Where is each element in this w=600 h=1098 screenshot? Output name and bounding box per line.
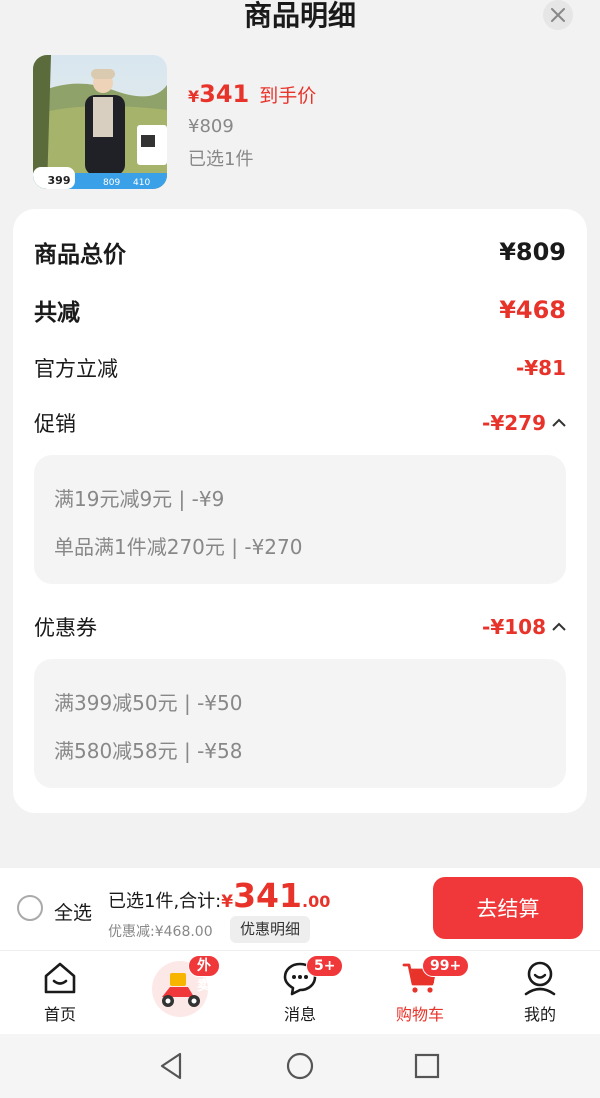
coupon-row[interactable]: 优惠券 -¥108 [34,612,566,642]
recents-icon[interactable] [411,1050,443,1082]
total-label: 商品总价 [34,242,126,268]
bottom-tab-bar: 首页 外卖 消息 5+ 购物车 99+ 我的 [0,950,600,1034]
tab-label: 首页 [43,1005,76,1024]
tab-home[interactable]: 首页 [20,951,100,1035]
order-summary: 已选1件,合计: ¥ 341 .00 [108,876,330,915]
price-value: 341 [199,80,250,108]
summary-prefix: 已选1件,合计: [108,891,222,912]
tab-label: 我的 [523,1005,556,1024]
promo-label: 促销 [34,412,76,436]
promo-value: -¥279 [482,411,546,435]
reduce-value: ¥468 [499,296,566,324]
image-price-1: 809 [103,178,120,188]
reduce-row: 共减 ¥468 [34,293,566,327]
reduce-label: 共减 [34,300,80,326]
profile-icon [524,961,556,996]
image-price-2: 410 [133,178,150,188]
tab-label: 购物车 [395,1005,444,1024]
official-value: -¥81 [515,356,566,380]
promo-detail-box: 满19元减9元 | -¥9 单品满1件减270元 | -¥270 [34,455,566,584]
message-badge: 5+ [306,955,344,977]
coupon-label: 优惠券 [34,616,97,640]
summary-currency: ¥ [221,892,234,912]
checkout-button[interactable]: 去结算 [433,877,583,939]
chevron-up-icon[interactable] [552,418,566,428]
tab-profile[interactable]: 我的 [500,951,580,1035]
takeout-badge: 外卖 [188,955,220,994]
detail-sheet: 商品明细 399 809 410 ¥ 341 到手价 ¥809 已选1件 商品总… [0,0,600,868]
tab-messages[interactable]: 消息 5+ [260,951,344,1035]
official-label: 官方立减 [34,357,118,381]
discount-detail-button[interactable]: 优惠明细 [230,916,311,943]
coupon-value: -¥108 [482,615,546,639]
promo-item: 单品满1件减270元 | -¥270 [54,535,303,559]
close-icon [551,8,565,22]
system-nav-bar [0,1034,600,1098]
home-icon [44,962,76,994]
tab-cart[interactable]: 购物车 99+ [380,951,470,1035]
product-image[interactable]: 399 809 410 [33,55,167,189]
tab-label: 消息 [283,1005,316,1024]
total-row: 商品总价 ¥809 [34,235,566,269]
coupon-value-group: -¥108 [482,615,566,639]
promo-value-group: -¥279 [482,411,566,435]
total-value: ¥809 [499,238,566,266]
select-all-checkbox[interactable] [17,895,43,921]
price-tag: 到手价 [259,85,317,107]
tab-takeout[interactable]: 外卖 [140,951,220,1035]
select-all-label[interactable]: 全选 [54,898,92,925]
coupon-detail-box: 满399减50元 | -¥50 满580减58元 | -¥58 [34,659,566,788]
summary-decimal: .00 [301,892,331,911]
price-breakdown-card: 商品总价 ¥809 共减 ¥468 官方立减 -¥81 促销 -¥279 满19… [13,209,587,813]
official-row: 官方立减 -¥81 [34,353,566,383]
chevron-up-icon[interactable] [552,622,566,632]
product-info: ¥ 341 到手价 ¥809 已选1件 [188,80,316,171]
selected-count: 已选1件 [188,149,254,170]
home-nav-icon[interactable] [284,1050,316,1082]
close-button[interactable] [543,0,573,30]
original-price: ¥809 [188,116,234,137]
image-price-badge: 399 [48,174,71,187]
final-price: ¥ 341 到手价 [188,80,316,108]
product-photo: 399 809 410 [33,55,167,189]
coupon-item: 满580减58元 | -¥58 [54,739,243,763]
back-icon[interactable] [156,1050,188,1082]
price-symbol: ¥ [188,87,200,106]
page-title: 商品明细 [243,0,356,32]
discount-total: 优惠减:¥468.00 [108,924,213,940]
promo-row[interactable]: 促销 -¥279 [34,408,566,438]
coupon-item: 满399减50元 | -¥50 [54,691,243,715]
promo-item: 满19元减9元 | -¥9 [54,487,225,511]
summary-amount: 341 [233,876,302,915]
cart-badge: 99+ [422,955,470,977]
